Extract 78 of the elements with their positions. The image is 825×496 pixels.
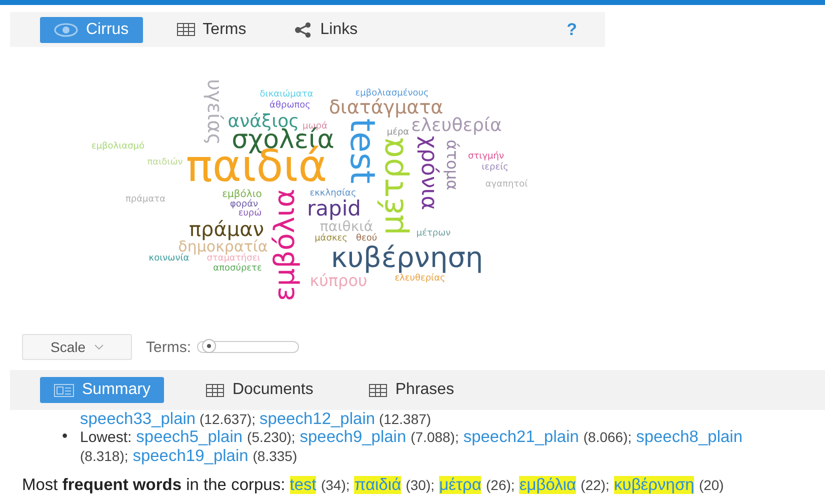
cloud-word[interactable]: φοράν [230, 200, 258, 210]
panel-tab[interactable]: Summary [40, 377, 164, 403]
score-text: (8.066); [583, 429, 632, 445]
share-icon [294, 22, 312, 38]
cloud-word[interactable]: ευρώ [238, 210, 262, 218]
cloud-word[interactable]: δικαιώματα [260, 90, 314, 100]
score-text: (8.335) [252, 448, 298, 464]
word-link[interactable]: παιδιά [354, 476, 402, 494]
cloud-word[interactable]: ελευθερία [411, 117, 502, 135]
document-link[interactable]: speech9_plain [300, 428, 406, 446]
count-text: (22); [580, 477, 610, 493]
cloud-word[interactable]: πράματα [125, 196, 166, 204]
count-text: (20) [698, 477, 724, 493]
bullet-icon: • [62, 428, 80, 466]
word-link[interactable]: εμβόλια [519, 476, 576, 494]
score-text: (8.318); [80, 448, 128, 464]
cloud-word[interactable]: test [345, 118, 379, 184]
document-link[interactable]: speech21_plain [463, 428, 579, 446]
cloud-word[interactable]: μέρα [386, 128, 410, 138]
cloud-word[interactable]: αγαπητοί [485, 180, 528, 190]
cloud-word[interactable]: εμβολιασμό [91, 142, 145, 152]
cloud-word[interactable]: εμβόλια [271, 188, 299, 302]
scale-dropdown[interactable]: Scale [22, 334, 132, 360]
cloud-word[interactable]: υγείας [205, 79, 225, 145]
table-icon [176, 23, 195, 36]
cloud-word[interactable]: παιθκιά [320, 220, 374, 234]
document-link[interactable]: speech19_plain [132, 447, 248, 465]
document-link[interactable]: speech33_plain [80, 410, 196, 428]
count-text: (26); [486, 477, 515, 493]
table-icon [206, 384, 224, 396]
terms-label: Terms: [146, 338, 191, 356]
word-link[interactable]: κυβέρνηση [614, 476, 694, 494]
cloud-word[interactable]: κύπρου [310, 273, 368, 289]
score-text: (12.387) [378, 411, 432, 427]
cloud-word[interactable]: μέτρα [376, 136, 408, 236]
count-text: (34); [320, 477, 350, 493]
terms-slider[interactable] [197, 341, 299, 353]
panel-tab[interactable]: Phrases [355, 377, 468, 403]
word-link[interactable]: μέτρα [439, 476, 482, 494]
cloud-word[interactable]: κοινωνία [148, 254, 190, 264]
score-text: (12.637); [200, 411, 256, 427]
cloud-word[interactable]: διατάγματα [328, 98, 444, 118]
cloud-word[interactable]: στιγμήν [468, 152, 504, 162]
tool-tab[interactable]: Links [280, 16, 372, 42]
tool-tab[interactable]: Cirrus [40, 16, 143, 42]
count-text: (30); [406, 477, 434, 493]
score-text: (7.088); [410, 429, 459, 445]
cloud-word[interactable]: rapid [307, 198, 361, 220]
cloud-word[interactable]: θεού [356, 234, 378, 244]
cloud-word[interactable]: ελευθερίας [394, 274, 446, 284]
cloud-word[interactable]: αποσύρετε [213, 264, 262, 274]
cloud-word[interactable]: άθρωπος [270, 102, 310, 110]
cloud-word[interactable]: ιερείς [482, 164, 508, 172]
cloud-word[interactable]: κυβέρνηση [330, 244, 484, 272]
document-link[interactable]: speech12_plain [259, 410, 376, 428]
cloud-word[interactable]: εμβολιασμένους [355, 90, 429, 98]
cloud-word[interactable]: δημοκρατία [178, 240, 268, 254]
lowest-label: Lowest: [80, 429, 132, 446]
frequent-words-label: Most frequent words in the corpus: [22, 476, 286, 494]
score-text: (5.230); [247, 429, 296, 445]
document-link[interactable]: speech5_plain [136, 428, 243, 446]
cloud-word[interactable]: μέτρων [416, 230, 451, 238]
eye-icon [54, 22, 78, 36]
cloud-word[interactable]: άτομα [444, 140, 460, 190]
cloud-word[interactable]: εμβόλιο [222, 190, 262, 200]
slider-thumb[interactable] [202, 339, 216, 353]
summary-icon [54, 384, 74, 396]
cloud-word[interactable]: σταματήσει [206, 254, 260, 264]
document-link[interactable]: speech8_plain [636, 428, 742, 446]
cloud-word[interactable]: εκκλησίας [310, 190, 356, 198]
tool-tab[interactable]: Terms [162, 16, 260, 42]
help-button[interactable]: ? [560, 18, 583, 40]
table-icon [369, 384, 388, 396]
cloud-word[interactable]: πράμαν [189, 219, 264, 239]
chevron-icon [94, 344, 104, 350]
cloud-word[interactable]: μάσκες [314, 234, 348, 244]
cloud-word[interactable]: χρόνια [417, 136, 439, 210]
panel-tab[interactable]: Documents [192, 377, 328, 403]
